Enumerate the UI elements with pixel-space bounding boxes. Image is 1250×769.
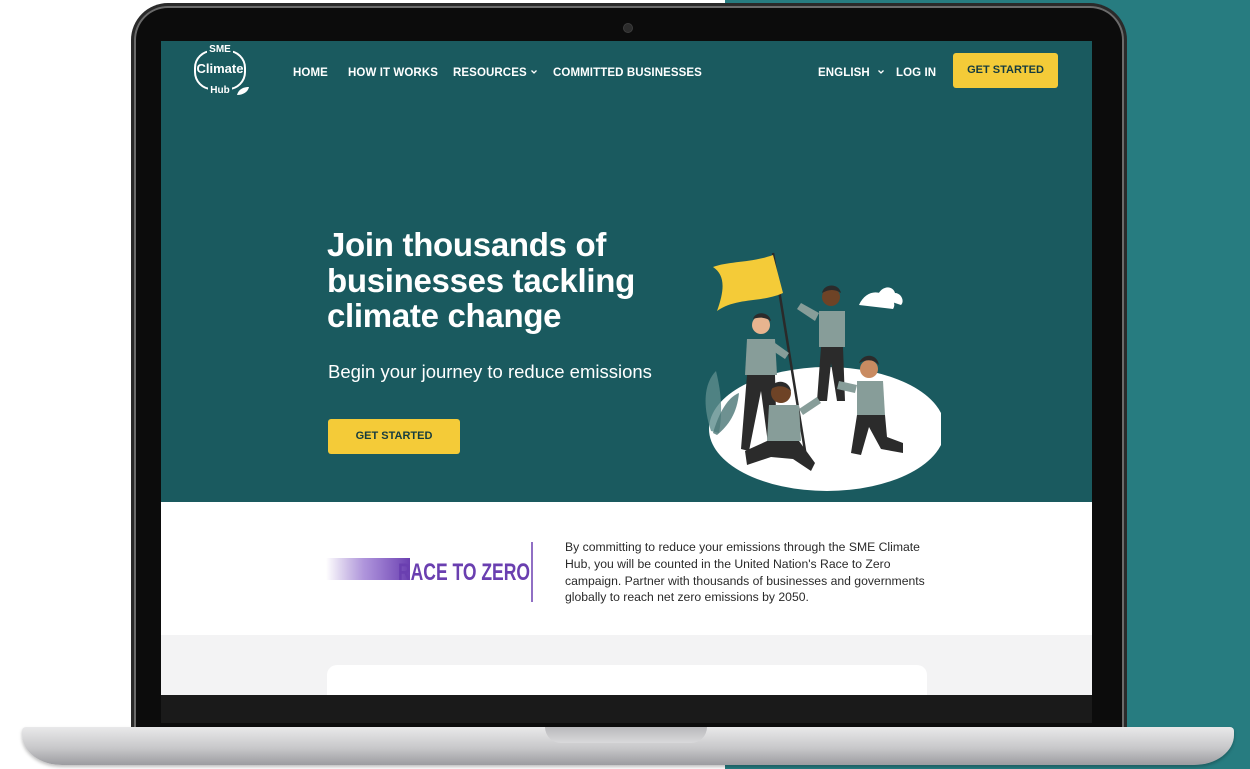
nav-resources[interactable]: RESOURCES — [453, 67, 527, 79]
nav-how-it-works[interactable]: HOW IT WORKS — [348, 67, 438, 79]
site-logo[interactable]: SME Climate Hub — [194, 44, 249, 96]
race-to-zero-section: RACE TO ZERO By committing to reduce you… — [161, 502, 1092, 635]
leaf-icon — [237, 87, 249, 95]
logo-text-sme: SME — [207, 44, 233, 55]
hero-subtitle: Begin your journey to reduce emissions — [328, 361, 652, 382]
top-navigation: SME Climate Hub HOME HOW IT WORKS RESOUR… — [161, 41, 1092, 103]
get-started-hero-button[interactable]: GET STARTED — [328, 419, 460, 454]
hero-title: Join thousands of businesses tackling cl… — [327, 226, 635, 335]
nav-home[interactable]: HOME — [293, 67, 328, 79]
chevron-down-icon[interactable] — [530, 68, 538, 76]
nav-committed-businesses[interactable]: COMMITTED BUSINESSES — [553, 67, 702, 79]
content-card — [327, 665, 927, 695]
chevron-down-icon[interactable] — [877, 68, 885, 76]
language-selector[interactable]: ENGLISH — [818, 67, 870, 79]
get-started-nav-button[interactable]: GET STARTED — [953, 53, 1058, 88]
login-link[interactable]: LOG IN — [896, 67, 936, 79]
laptop-chin — [161, 695, 1092, 723]
webcam — [624, 24, 632, 32]
team-flag-illustration — [705, 252, 941, 491]
hero-section: SME Climate Hub HOME HOW IT WORKS RESOUR… — [161, 41, 1092, 502]
race-to-zero-logo: RACE TO ZERO — [326, 542, 533, 602]
race-to-zero-description: By committing to reduce your emissions t… — [565, 540, 925, 605]
logo-text-climate: Climate — [196, 61, 244, 76]
race-to-zero-logo-text: RACE TO ZERO — [398, 559, 530, 586]
logo-text-hub: Hub — [208, 85, 232, 96]
website-screen: SME Climate Hub HOME HOW IT WORKS RESOUR… — [161, 41, 1092, 695]
laptop-notch — [545, 727, 707, 743]
